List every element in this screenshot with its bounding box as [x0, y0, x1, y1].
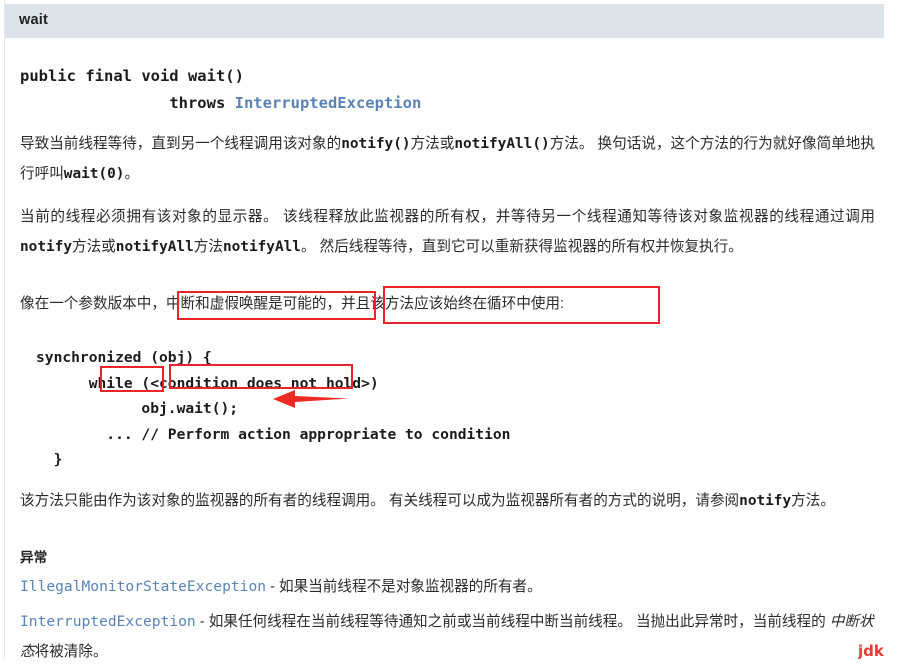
para1-text-b: 方法或	[410, 136, 455, 152]
code-line-3: obj.wait();	[36, 400, 239, 417]
throws-desc-2b: 将被清除。	[34, 644, 108, 660]
description-paragraph-4: 该方法只能由作为该对象的监视器的所有者的线程调用。 有关线程可以成为监视器所有者…	[20, 486, 875, 516]
para2-text-a: 当前的线程必须拥有该对象的显示器。 该线程释放此监视器的所有权，并等待另一个线程…	[20, 209, 875, 225]
code-line-1: synchronized (obj) {	[36, 349, 212, 366]
method-signature: public final void wait() throws Interrup…	[20, 63, 421, 117]
para1-code-notifyall: notifyAll()	[454, 136, 550, 152]
member-name-title: wait	[19, 12, 48, 28]
annotation-arrow-left-icon	[273, 390, 349, 408]
code-line-4: ... // Perform action appropriate to con…	[36, 425, 511, 443]
para4-code-notify: notify	[739, 493, 792, 509]
throws-dash-1: -	[266, 579, 279, 595]
throws-entry-interruptedexception: InterruptedException - 如果任何线程在当前线程等待通知之前…	[20, 607, 880, 667]
throws-dash-2: -	[195, 614, 209, 630]
para1-code-notify: notify()	[341, 136, 411, 152]
description-paragraph-3: 像在一个参数版本中，中断和虚假唤醒是可能的，并且该方法应该始终在循环中使用:	[20, 289, 880, 319]
para1-code-wait0: wait(0)	[63, 166, 125, 182]
para2-code-notifyall: notifyAll	[115, 239, 194, 255]
jdk-watermark: jdk	[858, 642, 884, 659]
para3-text-a: 像在一个参数版本中，	[20, 296, 166, 312]
description-paragraph-2: 当前的线程必须拥有该对象的显示器。 该线程释放此监视器的所有权，并等待另一个线程…	[20, 202, 875, 262]
throws-keyword: throws	[169, 94, 235, 112]
throws-desc-1: 如果当前线程不是对象监视器的所有者。	[279, 579, 542, 595]
signature-indent	[20, 94, 169, 112]
para3-highlighted-loop: 并且该方法应该始终在循环中使用:	[341, 296, 565, 312]
para2-text-b: 方法或	[71, 239, 116, 255]
para3-highlighted-interrupt: 中断和虚假唤醒是可能的，	[165, 296, 342, 312]
para1-text-a: 导致当前线程等待，直到另一个线程调用该对象的	[20, 136, 342, 152]
signature-declaration: public final void wait()	[20, 67, 244, 85]
para2-code-notify: notify	[20, 239, 72, 255]
para2-text-c: 方法	[193, 239, 223, 255]
throws-type-link-interruptedexception[interactable]: InterruptedException	[20, 613, 196, 630]
para4-text-a: 该方法只能由作为该对象的监视器的所有者的线程调用。 有关线程可以成为监视器所有者…	[20, 493, 740, 509]
javadoc-member-detail-page: wait public final void wait() throws Int…	[0, 0, 899, 660]
throws-desc-2a: 如果任何线程在当前线程等待通知之前或当前线程中断当前线程。 当抛出此异常时，当前…	[208, 614, 830, 630]
para4-text-b: 方法。	[791, 493, 835, 509]
member-header-bar: wait	[5, 4, 884, 38]
throws-entry-illegalmonitorstate: IllegalMonitorStateException - 如果当前线程不是对…	[20, 572, 880, 602]
para2-text-d: 。 然后线程等待，直到它可以重新获得监视器的所有权并恢复执行。	[300, 239, 743, 255]
code-line-5: }	[36, 451, 63, 468]
throws-type-link-illegalmonitorstate[interactable]: IllegalMonitorStateException	[20, 578, 266, 595]
para1-text-d: 。	[124, 166, 140, 182]
page-left-rule	[4, 0, 5, 659]
throws-type-link[interactable]: InterruptedException	[235, 94, 422, 112]
throws-section-heading: 异常	[20, 550, 48, 565]
description-paragraph-1: 导致当前线程等待，直到另一个线程调用该对象的notify()方法或notifyA…	[20, 129, 875, 189]
para2-code-notifyall-2: notifyAll	[222, 239, 301, 255]
